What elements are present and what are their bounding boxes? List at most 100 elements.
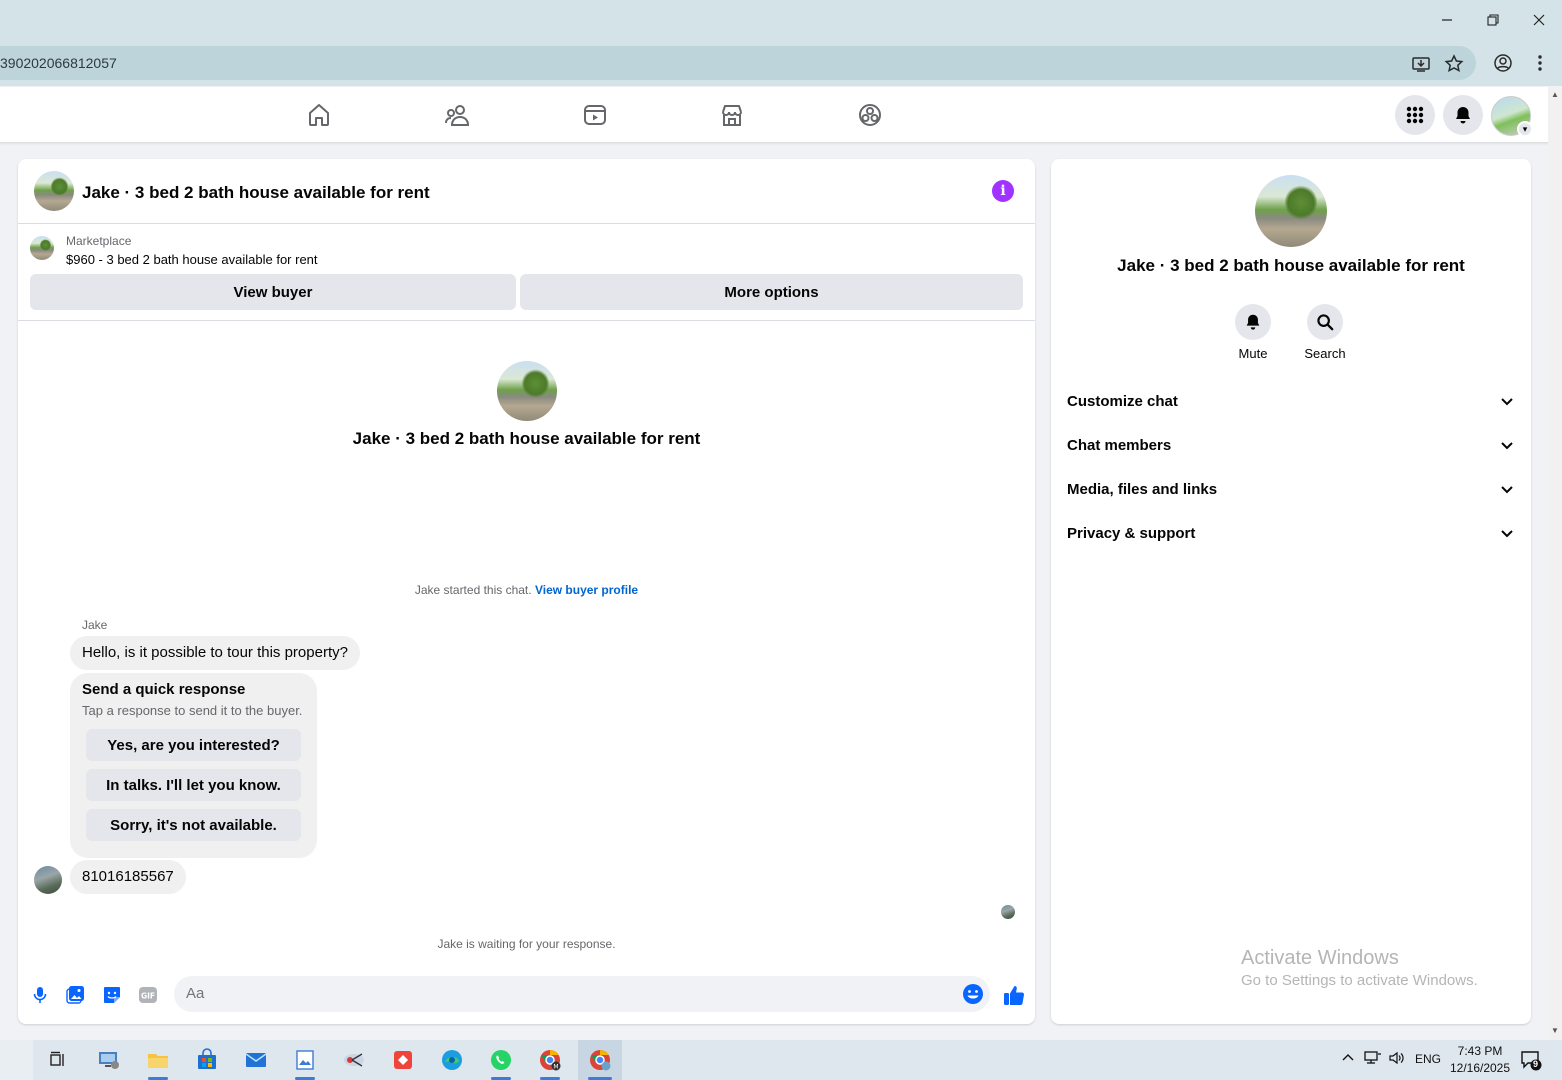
chevron-down-icon xyxy=(1501,530,1513,538)
section-label: Chat members xyxy=(1067,436,1172,454)
chat-header: Jake · 3 bed 2 bath house available for … xyxy=(18,159,1035,224)
minimize-button[interactable] xyxy=(1424,4,1470,36)
chevron-down-icon[interactable]: ▾ xyxy=(1517,121,1533,137)
task-view-icon[interactable] xyxy=(42,1044,74,1076)
customize-chat-section[interactable]: Customize chat xyxy=(1067,383,1515,419)
photos-app-icon[interactable] xyxy=(289,1044,321,1080)
mail-icon[interactable] xyxy=(240,1044,272,1076)
scroll-down-icon[interactable]: ▼ xyxy=(1550,1026,1560,1036)
edge-icon[interactable] xyxy=(436,1044,468,1076)
quick-response-option[interactable]: In talks. I'll let you know. xyxy=(86,769,301,801)
waiting-notice: Jake is waiting for your response. xyxy=(18,937,1035,951)
quick-response-option[interactable]: Yes, are you interested? xyxy=(86,729,301,761)
bell-icon xyxy=(1456,107,1470,124)
windows-taskbar: M ENG 7:43 PM 12/16/2025 9 xyxy=(0,1040,1562,1080)
section-label: Customize chat xyxy=(1067,392,1178,410)
message-bubble[interactable]: 81016185567 xyxy=(70,860,186,894)
intro-listing-avatar[interactable] xyxy=(497,361,557,421)
microphone-icon[interactable] xyxy=(28,983,52,1007)
quick-response-card: Send a quick response Tap a response to … xyxy=(70,673,317,858)
view-buyer-profile-link[interactable]: View buyer profile xyxy=(535,583,638,597)
sender-name: Jake xyxy=(82,618,108,632)
video-tab[interactable] xyxy=(579,99,611,131)
volume-icon[interactable] xyxy=(1388,1050,1404,1069)
network-icon[interactable] xyxy=(1364,1050,1382,1069)
chat-panel: Jake · 3 bed 2 bath house available for … xyxy=(18,159,1035,1024)
media-files-links-section[interactable]: Media, files and links xyxy=(1067,471,1515,507)
browser-menu-icon[interactable] xyxy=(1530,53,1550,73)
home-tab[interactable] xyxy=(303,99,335,131)
restore-button[interactable] xyxy=(1470,4,1516,36)
gaming-tab[interactable] xyxy=(854,99,886,131)
notifications-button[interactable] xyxy=(1443,95,1483,135)
search-action[interactable]: Search xyxy=(1295,304,1355,361)
buyer-avatar[interactable] xyxy=(34,866,62,894)
message-composer[interactable] xyxy=(174,976,990,1012)
mute-button[interactable] xyxy=(1235,304,1271,340)
chat-members-section[interactable]: Chat members xyxy=(1067,427,1515,463)
search-button[interactable] xyxy=(1307,304,1343,340)
listing-avatar[interactable] xyxy=(34,171,74,211)
quick-response-option[interactable]: Sorry, it's not available. xyxy=(86,809,301,841)
address-bar[interactable]: 390202066812057 xyxy=(0,46,1476,80)
page-scrollbar[interactable] xyxy=(1548,87,1562,1040)
bell-icon xyxy=(1246,314,1260,330)
view-buyer-button[interactable]: View buyer xyxy=(30,274,516,310)
bookmark-star-icon[interactable] xyxy=(1444,54,1464,74)
chrome-profile-m-icon[interactable]: M xyxy=(534,1044,566,1080)
marketplace-listing-bar: Marketplace $960 - 3 bed 2 bath house av… xyxy=(18,224,1035,321)
taskbar-clock[interactable]: 7:43 PM 12/16/2025 xyxy=(1440,1043,1520,1077)
mute-action[interactable]: Mute xyxy=(1223,304,1283,361)
search-label: Search xyxy=(1304,346,1346,361)
url-text[interactable]: 390202066812057 xyxy=(0,55,117,71)
computer-app-icon[interactable] xyxy=(93,1044,125,1076)
snipping-tool-icon[interactable] xyxy=(338,1044,370,1076)
notifications-center-icon[interactable] xyxy=(1520,1049,1542,1074)
info-listing-avatar[interactable] xyxy=(1255,175,1327,247)
profile-icon[interactable] xyxy=(1493,53,1513,73)
store-icon[interactable] xyxy=(191,1044,223,1076)
chat-title[interactable]: Jake · 3 bed 2 bath house available for … xyxy=(82,183,430,203)
like-thumb-icon[interactable] xyxy=(1000,981,1028,1009)
install-app-icon[interactable] xyxy=(1411,54,1431,74)
chevron-down-icon xyxy=(1501,398,1513,406)
whatsapp-icon[interactable] xyxy=(485,1044,517,1080)
file-explorer-icon[interactable] xyxy=(142,1044,174,1080)
message-text: Hello, is it possible to tour this prope… xyxy=(82,644,348,661)
friends-tab[interactable] xyxy=(441,99,473,131)
anydesk-icon[interactable] xyxy=(387,1044,419,1076)
menu-grid-button[interactable] xyxy=(1395,95,1435,135)
tray-chevron-up-icon[interactable] xyxy=(1341,1050,1355,1067)
gif-icon[interactable]: GIF xyxy=(136,983,160,1007)
chevron-down-icon xyxy=(1501,486,1513,494)
chrome-active-icon[interactable] xyxy=(578,1040,622,1080)
start-area[interactable] xyxy=(0,1040,33,1080)
photo-icon[interactable] xyxy=(64,983,88,1007)
svg-text:GIF: GIF xyxy=(141,992,155,1001)
intro-chat-name: Jake · 3 bed 2 bath house available for … xyxy=(18,429,1035,449)
listing-thumbnail[interactable] xyxy=(30,236,54,260)
info-icon[interactable]: i xyxy=(992,180,1014,202)
grid-icon xyxy=(1406,106,1424,124)
scroll-up-icon[interactable]: ▲ xyxy=(1550,90,1560,100)
privacy-support-section[interactable]: Privacy & support xyxy=(1067,515,1515,551)
info-chat-name: Jake · 3 bed 2 bath house available for … xyxy=(1051,256,1531,276)
close-window-button[interactable] xyxy=(1516,4,1562,36)
quick-response-subtitle: Tap a response to send it to the buyer. xyxy=(82,703,303,718)
svg-text:M: M xyxy=(553,1064,558,1071)
friends-icon xyxy=(445,105,470,126)
message-bubble[interactable]: Hello, is it possible to tour this prope… xyxy=(70,636,360,670)
mute-label: Mute xyxy=(1238,346,1268,361)
home-icon xyxy=(309,104,329,126)
message-input[interactable] xyxy=(186,985,946,1002)
emoji-icon[interactable] xyxy=(961,982,985,1006)
language-indicator[interactable]: ENG xyxy=(1415,1052,1441,1066)
more-options-button[interactable]: More options xyxy=(520,274,1023,310)
marketplace-tab[interactable] xyxy=(716,99,748,131)
clock-time: 7:43 PM xyxy=(1457,1044,1503,1058)
restore-icon xyxy=(1487,14,1499,26)
listing-price-title[interactable]: $960 - 3 bed 2 bath house available for … xyxy=(66,252,318,267)
chat-info-panel: Jake · 3 bed 2 bath house available for … xyxy=(1051,159,1531,1024)
info-chat-name-text: Jake · 3 bed 2 bath house available for … xyxy=(1117,256,1465,275)
sticker-icon[interactable] xyxy=(100,983,124,1007)
